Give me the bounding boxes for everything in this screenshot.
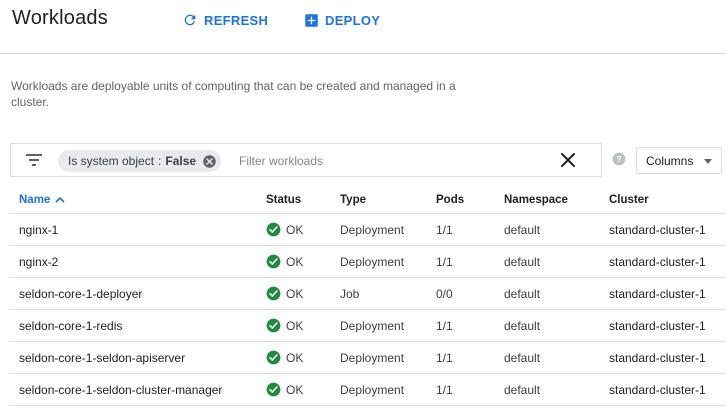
page-header: Workloads REFRESH DEPLOY bbox=[0, 0, 726, 54]
workload-namespace: default bbox=[504, 318, 541, 333]
columns-button[interactable]: Columns bbox=[636, 147, 722, 174]
workload-cluster[interactable]: standard-cluster-1 bbox=[609, 278, 706, 309]
check-circle-icon bbox=[266, 254, 281, 269]
workload-pods: 0/0 bbox=[436, 286, 453, 301]
table-row: seldon-core-1-redis OK Deployment 1/1 de… bbox=[10, 310, 726, 342]
workload-name[interactable]: seldon-core-1-seldon-apiserver bbox=[19, 342, 185, 373]
columns-label: Columns bbox=[646, 153, 694, 168]
deploy-button[interactable]: DEPLOY bbox=[304, 10, 380, 30]
status-text: OK bbox=[286, 382, 304, 397]
chip-separator: : bbox=[158, 154, 162, 168]
filter-bar: Is system object : False bbox=[10, 143, 602, 177]
table-row: nginx-2 OK Deployment 1/1 default standa… bbox=[10, 246, 726, 278]
chip-key: Is system object bbox=[68, 154, 155, 168]
workload-cluster[interactable]: standard-cluster-1 bbox=[609, 214, 706, 245]
table-header-row: Name Status Type Pods Namespace Cluster bbox=[10, 186, 726, 214]
workloads-table: Name Status Type Pods Namespace Cluster … bbox=[10, 186, 726, 406]
check-circle-icon bbox=[266, 318, 281, 333]
workload-namespace: default bbox=[504, 382, 541, 397]
chevron-down-icon bbox=[704, 159, 712, 164]
filter-list-icon[interactable] bbox=[25, 153, 43, 167]
workload-cluster[interactable]: standard-cluster-1 bbox=[609, 374, 706, 405]
refresh-label: REFRESH bbox=[204, 12, 269, 28]
workload-type: Deployment bbox=[340, 382, 405, 397]
workload-pods: 1/1 bbox=[436, 318, 453, 333]
column-header-pods[interactable]: Pods bbox=[436, 186, 464, 213]
workload-name[interactable]: seldon-core-1-redis bbox=[19, 310, 122, 341]
workload-namespace: default bbox=[504, 254, 541, 269]
table-row: seldon-core-1-deployer OK Job 0/0 defaul… bbox=[10, 278, 726, 310]
column-header-status[interactable]: Status bbox=[266, 186, 301, 213]
workload-cluster[interactable]: standard-cluster-1 bbox=[609, 342, 706, 373]
workload-name[interactable]: seldon-core-1-seldon-cluster-manager bbox=[19, 374, 222, 405]
workload-cluster[interactable]: standard-cluster-1 bbox=[609, 246, 706, 277]
check-circle-icon bbox=[266, 382, 281, 397]
column-header-cluster[interactable]: Cluster bbox=[609, 186, 649, 213]
workload-status: OK bbox=[266, 246, 303, 277]
workload-status: OK bbox=[266, 342, 303, 373]
refresh-button[interactable]: REFRESH bbox=[182, 10, 268, 30]
status-text: OK bbox=[286, 286, 304, 301]
deploy-label: DEPLOY bbox=[325, 12, 381, 28]
table-row: nginx-1 OK Deployment 1/1 default standa… bbox=[10, 214, 726, 246]
workload-namespace: default bbox=[504, 286, 541, 301]
workload-namespace: default bbox=[504, 222, 541, 237]
column-header-type[interactable]: Type bbox=[340, 186, 366, 213]
workload-name[interactable]: seldon-core-1-deployer bbox=[19, 278, 142, 309]
column-header-namespace[interactable]: Namespace bbox=[504, 186, 568, 213]
status-text: OK bbox=[286, 350, 304, 365]
column-name-label: Name bbox=[19, 193, 51, 206]
status-text: OK bbox=[286, 318, 304, 333]
column-header-name[interactable]: Name bbox=[19, 186, 65, 213]
workload-type: Job bbox=[340, 286, 360, 301]
page-description: Workloads are deployable units of comput… bbox=[11, 79, 456, 109]
status-text: OK bbox=[286, 254, 304, 269]
workload-pods: 1/1 bbox=[436, 350, 453, 365]
filter-input[interactable] bbox=[239, 151, 539, 171]
check-circle-icon bbox=[266, 222, 281, 237]
workload-namespace: default bbox=[504, 350, 541, 365]
workload-status: OK bbox=[266, 214, 303, 245]
table-row: seldon-core-1-seldon-apiserver OK Deploy… bbox=[10, 342, 726, 374]
table-row: seldon-core-1-seldon-cluster-manager OK … bbox=[10, 374, 726, 406]
workload-pods: 1/1 bbox=[436, 382, 453, 397]
workload-status: OK bbox=[266, 310, 303, 341]
status-text: OK bbox=[286, 222, 304, 237]
check-circle-icon bbox=[266, 350, 281, 365]
check-circle-icon bbox=[266, 286, 281, 301]
workload-cluster[interactable]: standard-cluster-1 bbox=[609, 310, 706, 341]
workload-type: Deployment bbox=[340, 222, 405, 237]
workload-status: OK bbox=[266, 278, 303, 309]
add-box-icon bbox=[305, 13, 318, 27]
workload-name[interactable]: nginx-2 bbox=[19, 246, 58, 277]
chip-value: False bbox=[165, 154, 197, 168]
page-title: Workloads bbox=[12, 7, 108, 29]
help-icon[interactable]: ? bbox=[612, 152, 626, 166]
cancel-circle-icon[interactable] bbox=[202, 154, 217, 169]
svg-text:?: ? bbox=[617, 155, 622, 164]
workload-status: OK bbox=[266, 374, 303, 405]
filter-chip[interactable]: Is system object : False bbox=[58, 150, 222, 172]
workload-name[interactable]: nginx-1 bbox=[19, 214, 58, 245]
workload-type: Deployment bbox=[340, 318, 405, 333]
workload-pods: 1/1 bbox=[436, 222, 453, 237]
workload-type: Deployment bbox=[340, 350, 405, 365]
close-icon[interactable] bbox=[560, 152, 576, 168]
arrow-up-icon bbox=[55, 196, 65, 203]
workload-pods: 1/1 bbox=[436, 254, 453, 269]
refresh-icon bbox=[184, 14, 196, 26]
workload-type: Deployment bbox=[340, 254, 405, 269]
